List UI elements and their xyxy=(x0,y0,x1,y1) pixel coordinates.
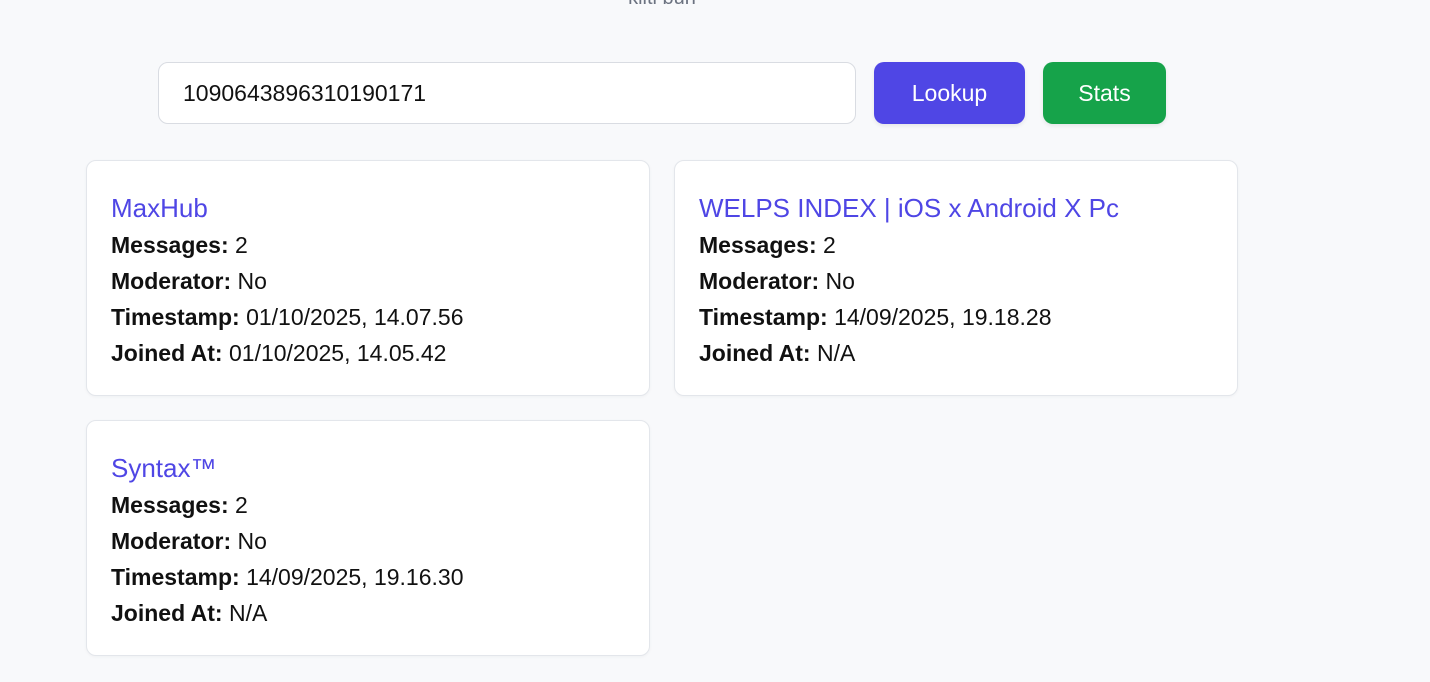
moderator-value: No xyxy=(237,528,267,554)
joined-at-row: Joined At: 01/10/2025, 14.05.42 xyxy=(111,335,625,371)
server-name: WELPS INDEX | iOS x Android X Pc xyxy=(699,193,1120,223)
timestamp-row: Timestamp: 14/09/2025, 19.16.30 xyxy=(111,559,625,595)
user-id-input[interactable] xyxy=(158,62,856,124)
messages-row: Messages: 2 xyxy=(699,227,1213,263)
messages-label: Messages: xyxy=(699,232,817,258)
lookup-button[interactable]: Lookup xyxy=(874,62,1025,124)
page-subtitle: kiiti buh xyxy=(0,0,1324,8)
joined-at-value: 01/10/2025, 14.05.42 xyxy=(228,340,447,366)
search-bar: Lookup Stats xyxy=(158,62,1166,124)
timestamp-value: 14/09/2025, 19.16.30 xyxy=(246,564,464,590)
messages-label: Messages: xyxy=(111,492,229,518)
moderator-value: No xyxy=(825,268,855,294)
timestamp-row: Timestamp: 14/09/2025, 19.18.28 xyxy=(699,299,1213,335)
moderator-value: No xyxy=(237,268,267,294)
messages-value: 2 xyxy=(235,492,248,518)
messages-value: 2 xyxy=(823,232,836,258)
server-card: MaxHub Messages: 2 Moderator: No Timesta… xyxy=(86,160,650,396)
moderator-label: Moderator: xyxy=(111,528,232,554)
moderator-row: Moderator: No xyxy=(699,263,1213,299)
joined-at-value: N/A xyxy=(816,340,856,366)
stats-button[interactable]: Stats xyxy=(1043,62,1166,124)
moderator-row: Moderator: No xyxy=(111,263,625,299)
server-name: Syntax™ xyxy=(111,453,217,483)
joined-at-label: Joined At: xyxy=(699,340,811,366)
moderator-label: Moderator: xyxy=(699,268,820,294)
messages-value: 2 xyxy=(235,232,248,258)
moderator-label: Moderator: xyxy=(111,268,232,294)
timestamp-value: 01/10/2025, 14.07.56 xyxy=(246,304,464,330)
messages-row: Messages: 2 xyxy=(111,487,625,523)
timestamp-label: Timestamp: xyxy=(111,564,240,590)
server-card: WELPS INDEX | iOS x Android X Pc Message… xyxy=(674,160,1238,396)
joined-at-label: Joined At: xyxy=(111,600,223,626)
server-name: MaxHub xyxy=(111,193,208,223)
timestamp-value: 14/09/2025, 19.18.28 xyxy=(834,304,1052,330)
timestamp-row: Timestamp: 01/10/2025, 14.07.56 xyxy=(111,299,625,335)
joined-at-row: Joined At: N/A xyxy=(699,335,1213,371)
moderator-row: Moderator: No xyxy=(111,523,625,559)
joined-at-label: Joined At: xyxy=(111,340,223,366)
joined-at-value: N/A xyxy=(228,600,268,626)
timestamp-label: Timestamp: xyxy=(699,304,828,330)
messages-row: Messages: 2 xyxy=(111,227,625,263)
server-card: Syntax™ Messages: 2 Moderator: No Timest… xyxy=(86,420,650,656)
messages-label: Messages: xyxy=(111,232,229,258)
timestamp-label: Timestamp: xyxy=(111,304,240,330)
joined-at-row: Joined At: N/A xyxy=(111,595,625,631)
